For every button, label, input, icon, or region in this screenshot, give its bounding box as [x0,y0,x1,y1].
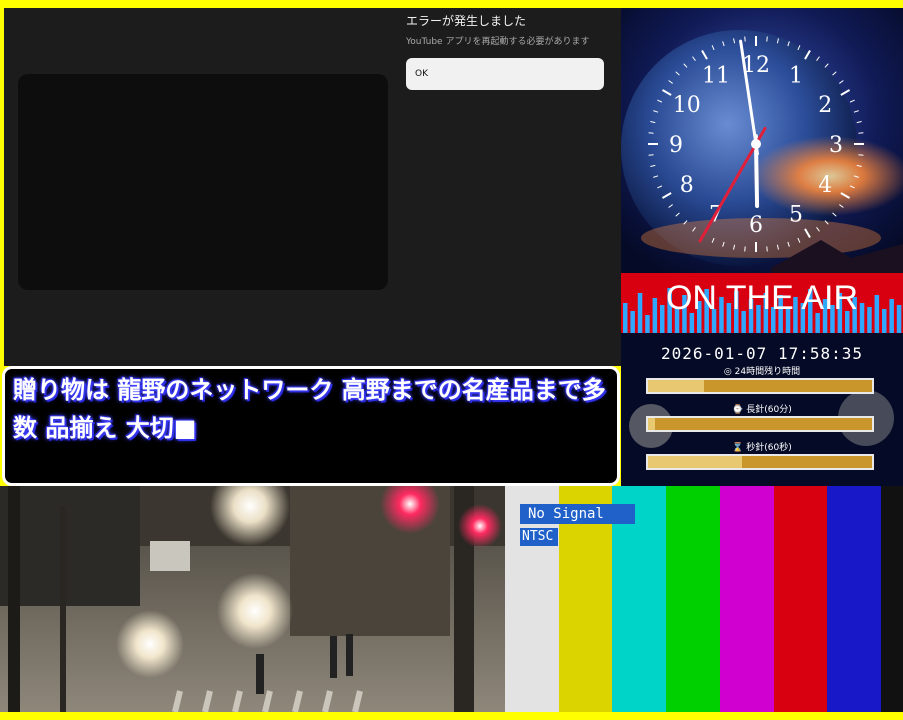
equalizer-bar [660,305,665,333]
equalizer-bar [874,295,880,333]
equalizer-bar [867,307,872,333]
news-ticker: 贈り物は 龍野のネットワーク 高野までの名産品まで多数 品揃え 大切■ [2,366,620,486]
equalizer-bar [889,299,894,333]
equalizer-bar [652,298,658,333]
equalizer-bar [882,309,887,333]
clock-tick [766,36,768,42]
equalizer-bar [637,293,643,333]
clock-numeral: 11 [702,64,730,89]
ticker-text: 贈り物は 龍野のネットワーク 高野までの名産品まで多数 品揃え 大切■ [13,376,606,442]
ntsc-label: NTSC [520,528,558,546]
clock-numeral: 6 [749,213,763,238]
video-player-area[interactable] [18,74,388,290]
progress-fill-second [648,456,743,468]
progress-bar-second [646,454,874,470]
no-signal-label: No Signal [520,504,635,524]
clock-numeral: 8 [680,173,694,198]
youtube-error-panel: エラーが発生しました YouTube アプリを再起動する必要があります OK [4,8,621,366]
clock-panel: 121234567891011 ON THE AIR 2026-01-07 17… [621,8,903,486]
street-camera-feed [0,486,505,712]
bar-label-second: ⌛ 秒針(60秒) [732,443,792,453]
clock-numeral: 4 [818,173,832,198]
equalizer-bar [896,305,902,333]
progress-bar-day [646,378,874,394]
ok-button[interactable]: OK [406,58,604,90]
camera-image [0,486,505,712]
clock-numeral: 5 [789,202,803,227]
globe-icon: ◎ [723,367,732,377]
clock-numeral: 2 [818,93,832,118]
equalizer-bar [623,303,628,333]
equalizer-bar [645,315,650,333]
clock-tick [744,36,746,42]
clock-numeral: 1 [789,64,803,89]
error-message: YouTube アプリを再起動する必要があります [406,37,590,47]
bar-label-day: ◎ 24時間残り時間 [723,367,801,377]
progress-fill-minute [648,418,655,430]
datetime-readout: 2026-01-07 17:58:35 [660,344,864,363]
bar-label-minute: ⌚ 長針(60分) [732,405,792,415]
progress-bar-minute [646,416,874,432]
clock-numeral: 3 [829,133,843,158]
error-title: エラーが発生しました [406,14,527,28]
equalizer-bar [859,303,865,333]
clock-tick [648,132,654,134]
test-pattern: No Signal NTSC [505,486,903,712]
clock-tick [766,246,768,252]
clock-tick [744,246,746,252]
color-bar [719,486,775,712]
clock-numeral: 9 [669,133,683,158]
hourglass-icon: ⌛ [732,443,744,453]
color-bar [827,486,882,712]
clock-tick [648,154,654,156]
color-bar [666,486,721,712]
clock-numeral: 10 [673,93,701,118]
progress-fill-day [648,380,704,392]
on-air-label: ON THE AIR [666,279,858,317]
color-bar [773,486,828,712]
clock-tick [858,154,864,156]
clock-tick [858,132,864,134]
clock-icon: ⌚ [732,405,744,415]
equalizer-bar [630,311,635,333]
